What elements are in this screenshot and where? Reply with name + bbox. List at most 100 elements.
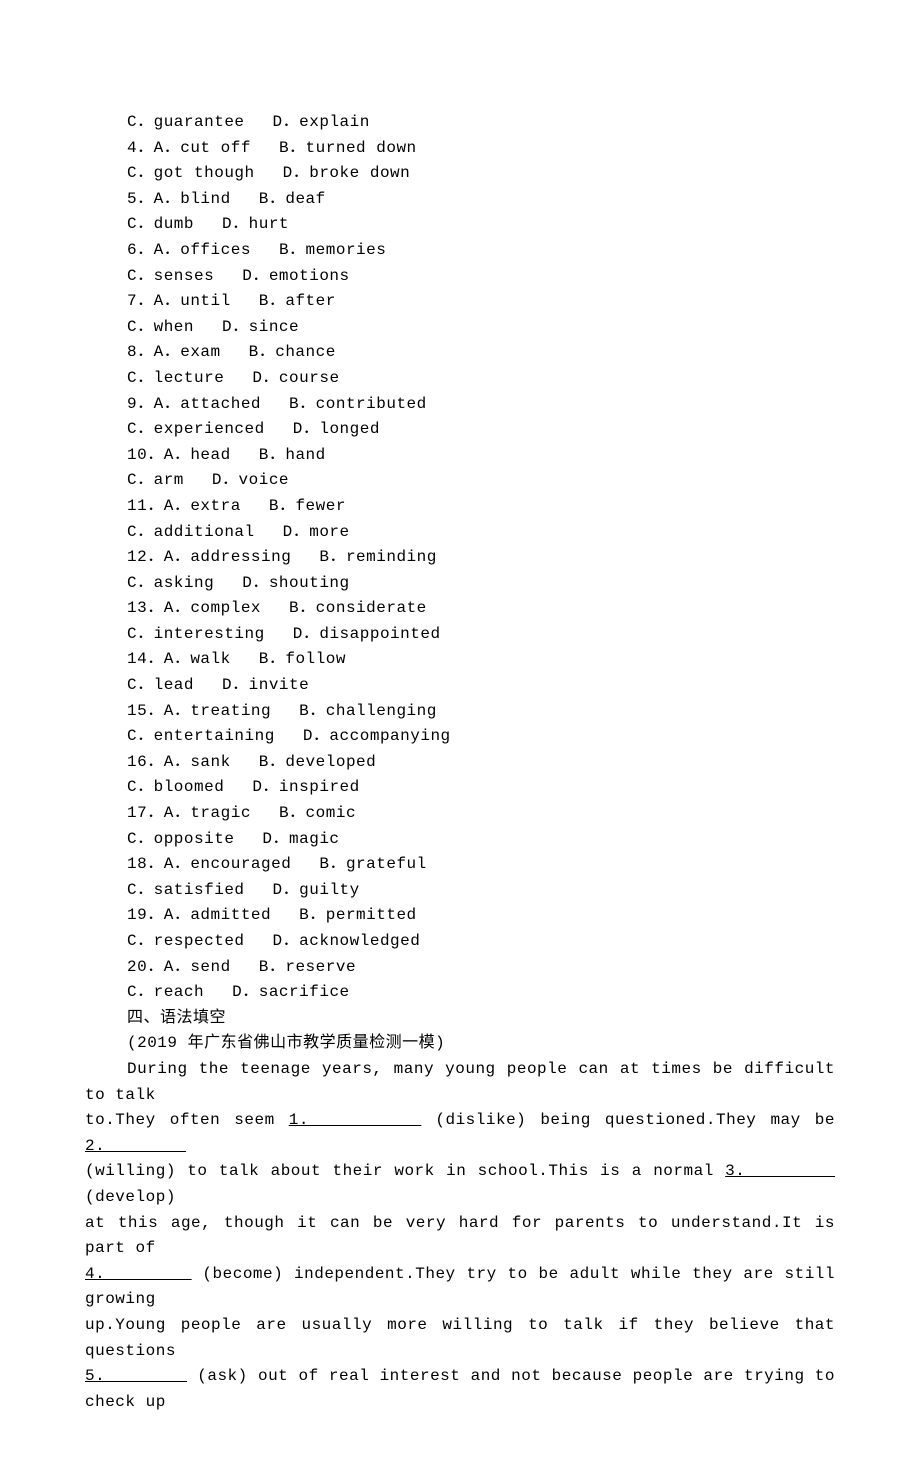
answer-option[interactable]: C．arm xyxy=(127,471,184,489)
answer-option[interactable]: C．lead xyxy=(127,676,194,694)
answer-option[interactable]: D．acknowledged xyxy=(273,932,421,950)
answer-option[interactable]: B．reserve xyxy=(259,958,356,976)
answer-option[interactable]: D．disappointed xyxy=(293,625,441,643)
passage-text: to.They often seem xyxy=(85,1111,289,1129)
answer-option[interactable]: D．explain xyxy=(273,113,370,131)
passage-line-1: During the teenage years, many young peo… xyxy=(85,1057,835,1108)
answer-option[interactable]: B．fewer xyxy=(269,497,346,515)
blank-2[interactable]: 2. xyxy=(85,1137,186,1155)
answer-option[interactable]: D．longed xyxy=(293,420,380,438)
answer-option[interactable]: A．offices xyxy=(154,241,251,259)
question-line: 18．A．encouragedB．grateful xyxy=(85,852,835,878)
answer-option[interactable]: C．guarantee xyxy=(127,113,245,131)
answer-option[interactable]: D．course xyxy=(252,369,339,387)
answer-option[interactable]: C．satisfied xyxy=(127,881,245,899)
question-number: 20． xyxy=(127,958,164,976)
answer-option[interactable]: C．entertaining xyxy=(127,727,275,745)
answer-option[interactable]: D．since xyxy=(222,318,299,336)
answer-option[interactable]: C．interesting xyxy=(127,625,265,643)
answer-option[interactable]: A．cut off xyxy=(154,139,251,157)
question-line: C．interesting D．disappointed xyxy=(85,622,835,648)
answer-option[interactable]: C．experienced xyxy=(127,420,265,438)
question-line: C．when D．since xyxy=(85,315,835,341)
answer-option[interactable]: A．treating xyxy=(164,702,271,720)
answer-option[interactable]: B．developed xyxy=(259,753,377,771)
answer-option[interactable]: D．invite xyxy=(222,676,309,694)
question-number: 11． xyxy=(127,497,164,515)
answer-option[interactable]: B．after xyxy=(259,292,336,310)
question-number: 7． xyxy=(127,292,154,310)
answer-option[interactable]: C．when xyxy=(127,318,194,336)
answer-option[interactable]: D．more xyxy=(283,523,350,541)
question-line: 6．A．officesB．memories xyxy=(85,238,835,264)
blank-1[interactable]: 1. xyxy=(289,1111,422,1129)
blank-5[interactable]: 5. xyxy=(85,1367,187,1385)
answer-option[interactable]: A．extra xyxy=(164,497,241,515)
answer-option[interactable]: A．walk xyxy=(164,650,231,668)
answer-option[interactable]: A．head xyxy=(164,446,231,464)
question-line: 5．A．blind B．deaf xyxy=(85,187,835,213)
answer-option[interactable]: C．dumb xyxy=(127,215,194,233)
answer-option[interactable]: D．accompanying xyxy=(303,727,451,745)
question-number: 4． xyxy=(127,139,154,157)
answer-option[interactable]: C．asking xyxy=(127,574,214,592)
question-line: 20．A．send B．reserve xyxy=(85,955,835,981)
answer-option[interactable]: B．turned down xyxy=(279,139,417,157)
answer-option[interactable]: B．follow xyxy=(259,650,346,668)
answer-option[interactable]: B．chance xyxy=(249,343,336,361)
answer-option[interactable]: B．challenging xyxy=(299,702,437,720)
question-number: 5． xyxy=(127,190,154,208)
answer-option[interactable]: C．respected xyxy=(127,932,245,950)
blank-3[interactable]: 3. xyxy=(725,1162,835,1180)
answer-option[interactable]: A．blind xyxy=(154,190,231,208)
question-line: 16．A．sankB．developed xyxy=(85,750,835,776)
answer-option[interactable]: B．deaf xyxy=(259,190,326,208)
answer-option[interactable]: D．guilty xyxy=(273,881,360,899)
answer-option[interactable]: C．bloomed xyxy=(127,778,224,796)
passage-line-2: to.They often seem 1. (dislike) being qu… xyxy=(85,1108,835,1159)
passage-line-7: 5. (ask) out of real interest and not be… xyxy=(85,1364,835,1415)
answer-option[interactable]: C．opposite xyxy=(127,830,234,848)
answer-option[interactable]: B．reminding xyxy=(319,548,437,566)
answer-option[interactable]: A．addressing xyxy=(164,548,292,566)
answer-option[interactable]: A．tragic xyxy=(164,804,251,822)
answer-option[interactable]: D．sacrifice xyxy=(232,983,350,1001)
answer-option[interactable]: C．reach xyxy=(127,983,204,1001)
answer-option[interactable]: B．grateful xyxy=(319,855,426,873)
passage-line-6: up.Young people are usually more willing… xyxy=(85,1313,835,1364)
answer-option[interactable]: A．attached xyxy=(154,395,261,413)
answer-option[interactable]: A．exam xyxy=(154,343,221,361)
answer-option[interactable]: B．hand xyxy=(259,446,326,464)
answer-option[interactable]: A．send xyxy=(164,958,231,976)
question-line: 8．A．examB．chance xyxy=(85,340,835,366)
answer-option[interactable]: D．broke down xyxy=(283,164,411,182)
passage-line-5: 4. (become) independent.They try to be a… xyxy=(85,1262,835,1313)
question-number: 12． xyxy=(127,548,164,566)
answer-option[interactable]: D．voice xyxy=(212,471,289,489)
blank-4[interactable]: 4. xyxy=(85,1265,192,1283)
question-line: C．respected D．acknowledged xyxy=(85,929,835,955)
answer-option[interactable]: D．emotions xyxy=(242,267,349,285)
answer-option[interactable]: A．encouraged xyxy=(164,855,292,873)
answer-option[interactable]: D．hurt xyxy=(222,215,289,233)
answer-option[interactable]: B．contributed xyxy=(289,395,427,413)
answer-option[interactable]: C．senses xyxy=(127,267,214,285)
question-line: 11．A．extra B．fewer xyxy=(85,494,835,520)
question-number: 10． xyxy=(127,446,164,464)
answer-option[interactable]: A．admitted xyxy=(164,906,271,924)
answer-option[interactable]: A．sank xyxy=(164,753,231,771)
answer-option[interactable]: D．magic xyxy=(262,830,339,848)
answer-option[interactable]: B．memories xyxy=(279,241,386,259)
passage-text: up.Young people are usually more willing… xyxy=(85,1316,835,1360)
answer-option[interactable]: A．complex xyxy=(164,599,261,617)
answer-option[interactable]: B．considerate xyxy=(289,599,427,617)
answer-option[interactable]: B．comic xyxy=(279,804,356,822)
answer-option[interactable]: A．until xyxy=(154,292,231,310)
question-line: 15．A．treatingB．challenging xyxy=(85,699,835,725)
answer-option[interactable]: C．lecture xyxy=(127,369,224,387)
answer-option[interactable]: D．inspired xyxy=(252,778,359,796)
answer-option[interactable]: C．got though xyxy=(127,164,255,182)
answer-option[interactable]: B．permitted xyxy=(299,906,417,924)
answer-option[interactable]: D．shouting xyxy=(242,574,349,592)
answer-option[interactable]: C．additional xyxy=(127,523,255,541)
